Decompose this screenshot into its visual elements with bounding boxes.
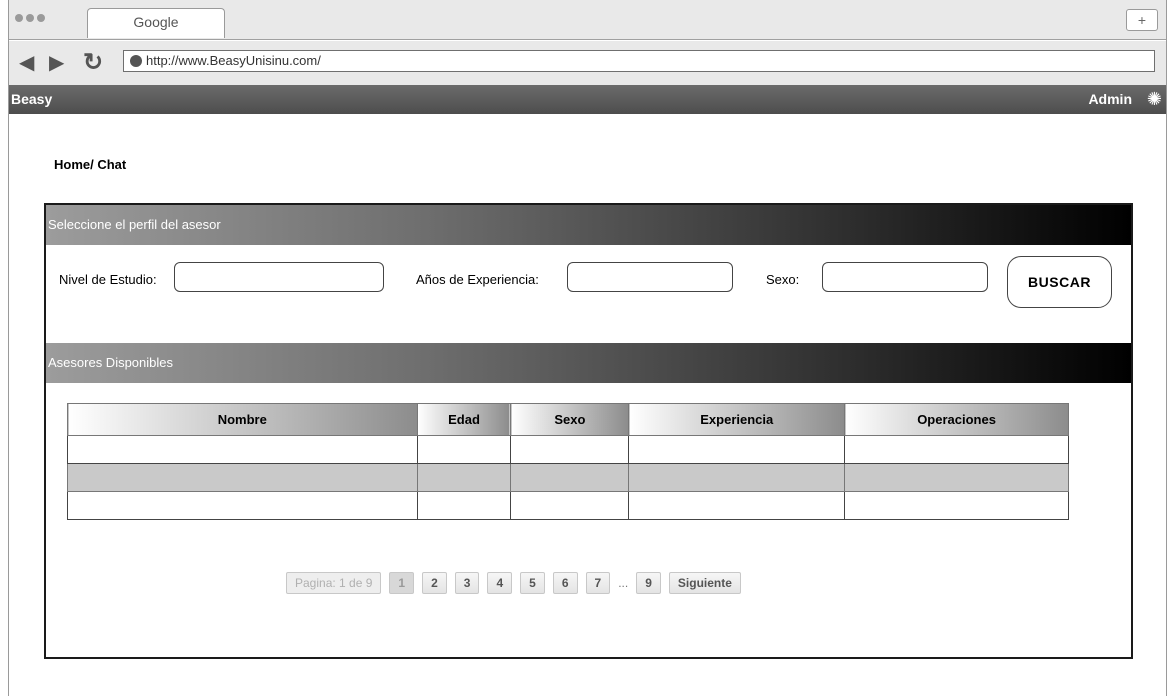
page-button-4[interactable]: 4 (487, 572, 513, 594)
browser-tab[interactable]: Google (87, 8, 225, 38)
page-button-1[interactable]: 1 (389, 572, 415, 594)
column-header-operaciones[interactable]: Operaciones (844, 403, 1069, 436)
column-header-experiencia[interactable]: Experiencia (628, 403, 846, 436)
browser-tab-bar: Google + (9, 0, 1166, 40)
page-ellipsis: ... (618, 576, 629, 590)
table-cell (844, 463, 1069, 492)
table-cell (67, 435, 418, 464)
table-cell (844, 435, 1069, 464)
app-header: Beasy Admin ✺ (9, 85, 1166, 114)
page-info: Pagina: 1 de 9 (286, 572, 382, 594)
table-cell (416, 463, 512, 492)
table-cell (510, 435, 630, 464)
table-cell (628, 435, 846, 464)
next-page-button[interactable]: Siguiente (668, 572, 741, 594)
education-level-field[interactable] (174, 262, 384, 292)
advisors-section-header: Asesores Disponibles (46, 343, 1131, 383)
page-button-9[interactable]: 9 (636, 572, 661, 594)
experience-years-field[interactable] (567, 262, 733, 292)
sex-label: Sexo: (766, 272, 800, 287)
forward-arrow-icon[interactable]: ▶ (49, 51, 64, 75)
education-level-label: Nivel de Estudio: (59, 272, 157, 287)
table-cell (510, 491, 630, 520)
page-button-5[interactable]: 5 (520, 572, 545, 594)
table-cell (67, 491, 418, 520)
column-header-edad[interactable]: Edad (416, 403, 512, 436)
site-info-icon (130, 55, 142, 67)
maximize-window-icon[interactable] (37, 14, 45, 22)
reload-icon[interactable]: ↻ (83, 51, 103, 75)
page-button-7[interactable]: 7 (585, 572, 611, 594)
close-window-icon[interactable] (15, 14, 23, 22)
table-header-row: Nombre Edad Sexo Experiencia Operaciones (67, 403, 1069, 436)
table-row[interactable] (67, 463, 1069, 492)
minimize-window-icon[interactable] (26, 14, 34, 22)
url-text: http://www.BeasyUnisinu.com/ (146, 53, 321, 68)
new-tab-button[interactable]: + (1126, 9, 1158, 31)
profile-filters: Nivel de Estudio: Años de Experiencia: S… (46, 260, 1131, 320)
breadcrumb[interactable]: Home/ Chat (54, 157, 126, 172)
table-row[interactable] (67, 491, 1069, 520)
window-controls[interactable] (15, 14, 45, 22)
table-cell (510, 463, 630, 492)
table-cell (416, 491, 512, 520)
back-arrow-icon[interactable]: ◀ (19, 51, 34, 75)
page-button-6[interactable]: 6 (552, 572, 578, 594)
url-field[interactable]: http://www.BeasyUnisinu.com/ (123, 50, 1155, 72)
table-cell (628, 463, 846, 492)
advisors-table: Nombre Edad Sexo Experiencia Operaciones (67, 403, 1069, 520)
gear-icon[interactable]: ✺ (1147, 85, 1162, 114)
table-cell (67, 463, 418, 492)
pagination: Pagina: 1 de 9 1 2 3 4 5 6 7 ... 9 Sigui… (286, 572, 741, 596)
page-button-2[interactable]: 2 (422, 572, 447, 594)
address-bar-row: ◀ ▶ ↻ http://www.BeasyUnisinu.com/ (9, 41, 1166, 85)
advisor-panel: Seleccione el perfil del asesor Nivel de… (44, 203, 1133, 659)
table-cell (416, 435, 512, 464)
table-cell (628, 491, 846, 520)
sex-field[interactable] (822, 262, 988, 292)
experience-years-label: Años de Experiencia: (416, 272, 539, 287)
page-button-3[interactable]: 3 (454, 572, 480, 594)
search-button[interactable]: BUSCAR (1007, 256, 1112, 308)
browser-window: Google + ◀ ▶ ↻ http://www.BeasyUnisinu.c… (8, 0, 1167, 696)
table-row[interactable] (67, 435, 1069, 464)
app-brand[interactable]: Beasy (11, 85, 52, 114)
column-header-sexo[interactable]: Sexo (510, 403, 630, 436)
user-menu[interactable]: Admin (1088, 85, 1132, 114)
profile-section-header: Seleccione el perfil del asesor (46, 205, 1131, 245)
table-cell (844, 491, 1069, 520)
column-header-nombre[interactable]: Nombre (67, 403, 418, 436)
